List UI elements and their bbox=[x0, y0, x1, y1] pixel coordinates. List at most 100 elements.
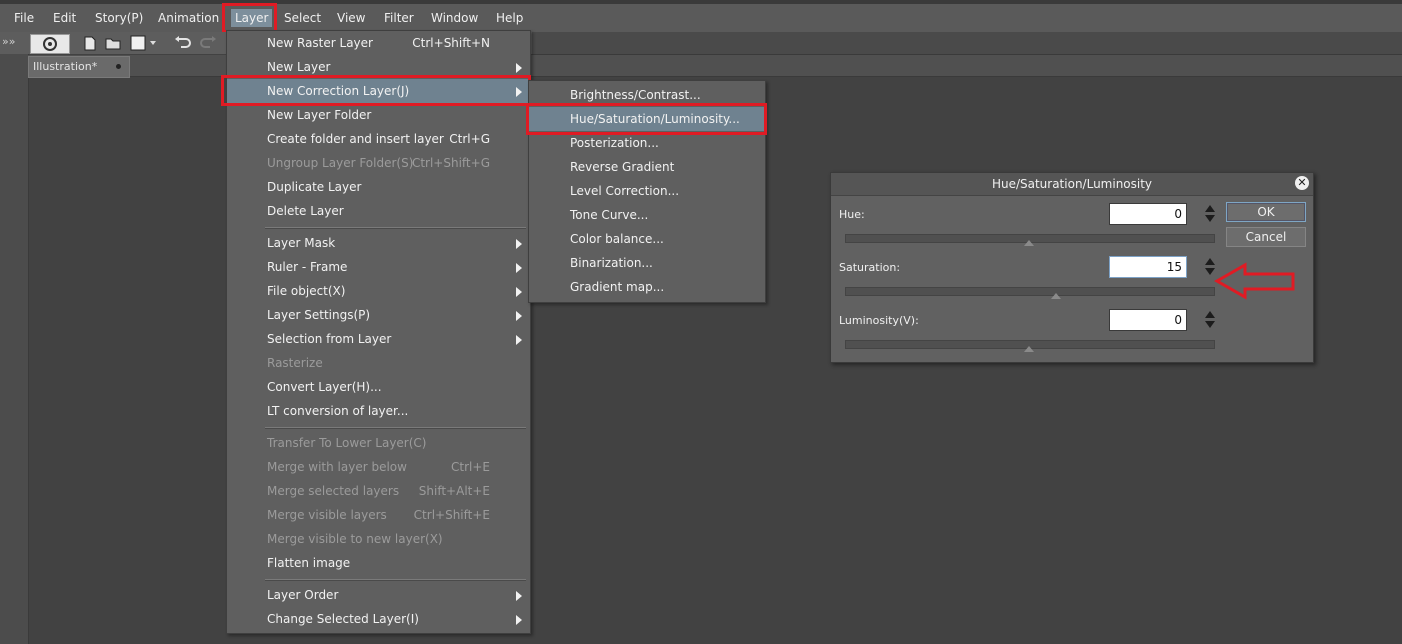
command-bar-extension bbox=[532, 32, 1402, 55]
redo-icon[interactable] bbox=[198, 34, 218, 52]
menu-bar: File Edit Story(P) Animation Layer Selec… bbox=[0, 0, 1402, 33]
saturation-label: Saturation: bbox=[839, 261, 901, 274]
layer-menu: New Raster Layer Ctrl+Shift+N New Layer N… bbox=[226, 30, 531, 634]
back-forward-icon[interactable]: »» bbox=[2, 35, 15, 53]
menu-selection-from-layer[interactable]: Selection from Layer bbox=[227, 327, 530, 351]
menu-flatten-image[interactable]: Flatten image bbox=[227, 551, 530, 575]
menu-item-label: New Raster Layer bbox=[267, 36, 373, 50]
submenu-arrow-icon bbox=[516, 63, 522, 73]
menu-new-layer-folder[interactable]: New Layer Folder bbox=[227, 103, 530, 127]
menu-item-label: LT conversion of layer... bbox=[267, 404, 409, 418]
submenu-level-correction[interactable]: Level Correction... bbox=[529, 179, 765, 203]
menu-view[interactable]: View bbox=[337, 9, 365, 27]
menu-item-label: Tone Curve... bbox=[570, 208, 649, 222]
ok-button[interactable]: OK bbox=[1226, 202, 1306, 222]
menu-create-folder-insert[interactable]: Create folder and insert layer Ctrl+G bbox=[227, 127, 530, 151]
menu-item-label: Ruler - Frame bbox=[267, 260, 348, 274]
menu-convert-layer[interactable]: Convert Layer(H)... bbox=[227, 375, 530, 399]
menu-item-label: Merge visible layers bbox=[267, 508, 387, 522]
cancel-button[interactable]: Cancel bbox=[1226, 227, 1306, 247]
hue-saturation-highlight-box bbox=[526, 103, 767, 135]
submenu-reverse-gradient[interactable]: Reverse Gradient bbox=[529, 155, 765, 179]
menu-ruler-frame[interactable]: Ruler - Frame bbox=[227, 255, 530, 279]
menu-item-shortcut: Ctrl+G bbox=[449, 132, 490, 146]
menu-item-label: Change Selected Layer(I) bbox=[267, 612, 419, 626]
spin-down-icon[interactable] bbox=[1205, 321, 1215, 328]
menu-item-label: Ungroup Layer Folder(S) bbox=[267, 156, 414, 170]
luminosity-spinner[interactable] bbox=[1203, 310, 1217, 330]
saturation-slider-track[interactable] bbox=[845, 287, 1215, 296]
hue-slider-thumb[interactable] bbox=[1024, 240, 1034, 246]
hue-label: Hue: bbox=[839, 208, 865, 221]
submenu-gradient-map[interactable]: Gradient map... bbox=[529, 275, 765, 299]
menu-delete-layer[interactable]: Delete Layer bbox=[227, 199, 530, 223]
luminosity-label: Luminosity(V): bbox=[839, 314, 919, 327]
new-file-icon[interactable] bbox=[82, 34, 98, 52]
menu-item-label: Layer Settings(P) bbox=[267, 308, 371, 322]
tab-close-dot-icon[interactable] bbox=[116, 64, 121, 69]
menu-layer-settings[interactable]: Layer Settings(P) bbox=[227, 303, 530, 327]
menu-item-label: Layer Mask bbox=[267, 236, 336, 250]
menu-item-label: Layer Order bbox=[267, 588, 339, 602]
menu-item-label: Delete Layer bbox=[267, 204, 344, 218]
spin-down-icon[interactable] bbox=[1205, 215, 1215, 222]
menu-item-label: Transfer To Lower Layer(C) bbox=[267, 436, 427, 450]
dialog-title: Hue/Saturation/Luminosity bbox=[831, 173, 1313, 196]
menu-change-selected-layer[interactable]: Change Selected Layer(I) bbox=[227, 607, 530, 631]
menu-merge-selected: Merge selected layers Shift+Alt+E bbox=[227, 479, 530, 503]
submenu-arrow-icon bbox=[516, 335, 522, 345]
document-tab[interactable]: Illustration* bbox=[28, 56, 130, 78]
close-icon[interactable]: ✕ bbox=[1295, 176, 1309, 190]
submenu-color-balance[interactable]: Color balance... bbox=[529, 227, 765, 251]
submenu-tone-curve[interactable]: Tone Curve... bbox=[529, 203, 765, 227]
submenu-arrow-icon bbox=[516, 615, 522, 625]
menu-file[interactable]: File bbox=[14, 9, 34, 27]
menu-item-shortcut: Ctrl+Shift+E bbox=[413, 508, 490, 522]
menu-item-label: Create folder and insert layer bbox=[267, 132, 444, 146]
saturation-input[interactable] bbox=[1109, 256, 1187, 278]
menu-new-raster-layer[interactable]: New Raster Layer Ctrl+Shift+N bbox=[227, 31, 530, 55]
menu-merge-below: Merge with layer below Ctrl+E bbox=[227, 455, 530, 479]
luminosity-input[interactable] bbox=[1109, 309, 1187, 331]
menu-item-label: Reverse Gradient bbox=[570, 160, 675, 174]
spin-up-icon[interactable] bbox=[1205, 205, 1215, 212]
menu-item-label: Selection from Layer bbox=[267, 332, 392, 346]
menu-animation[interactable]: Animation bbox=[158, 9, 219, 27]
correction-layer-highlight-box bbox=[221, 75, 531, 106]
menu-duplicate-layer[interactable]: Duplicate Layer bbox=[227, 175, 530, 199]
menu-help[interactable]: Help bbox=[496, 9, 523, 27]
save-icon[interactable] bbox=[129, 34, 157, 52]
menu-select[interactable]: Select bbox=[284, 9, 321, 27]
menu-item-label: Duplicate Layer bbox=[267, 180, 362, 194]
menu-filter[interactable]: Filter bbox=[384, 9, 414, 27]
menu-story[interactable]: Story(P) bbox=[95, 9, 143, 27]
document-tab-title: Illustration* bbox=[33, 60, 98, 73]
undo-icon[interactable] bbox=[173, 34, 193, 52]
menu-item-label: Level Correction... bbox=[570, 184, 680, 198]
menu-layer-mask[interactable]: Layer Mask bbox=[227, 231, 530, 255]
menu-item-label: Merge with layer below bbox=[267, 460, 407, 474]
menu-item-label: Gradient map... bbox=[570, 280, 665, 294]
menu-separator bbox=[265, 427, 526, 429]
saturation-slider-thumb[interactable] bbox=[1051, 293, 1061, 299]
menu-separator bbox=[265, 579, 526, 581]
menu-item-shortcut: Ctrl+Shift+G bbox=[411, 156, 490, 170]
submenu-arrow-icon bbox=[516, 591, 522, 601]
menu-layer-order[interactable]: Layer Order bbox=[227, 583, 530, 607]
menu-item-label: Color balance... bbox=[570, 232, 664, 246]
luminosity-slider-thumb[interactable] bbox=[1024, 346, 1034, 352]
menu-item-label: Merge visible to new layer(X) bbox=[267, 532, 443, 546]
hue-input[interactable] bbox=[1109, 203, 1187, 225]
hue-spinner[interactable] bbox=[1203, 204, 1217, 224]
spin-up-icon[interactable] bbox=[1205, 311, 1215, 318]
menu-edit[interactable]: Edit bbox=[53, 9, 76, 27]
submenu-binarization[interactable]: Binarization... bbox=[529, 251, 765, 275]
menu-separator bbox=[265, 227, 526, 229]
menu-file-object[interactable]: File object(X) bbox=[227, 279, 530, 303]
menu-window[interactable]: Window bbox=[431, 9, 478, 27]
app-logo-icon[interactable] bbox=[30, 34, 70, 54]
menu-lt-conversion[interactable]: LT conversion of layer... bbox=[227, 399, 530, 423]
menu-item-label: New Layer Folder bbox=[267, 108, 372, 122]
open-folder-icon[interactable] bbox=[104, 34, 122, 52]
menu-item-shortcut: Ctrl+E bbox=[451, 460, 490, 474]
